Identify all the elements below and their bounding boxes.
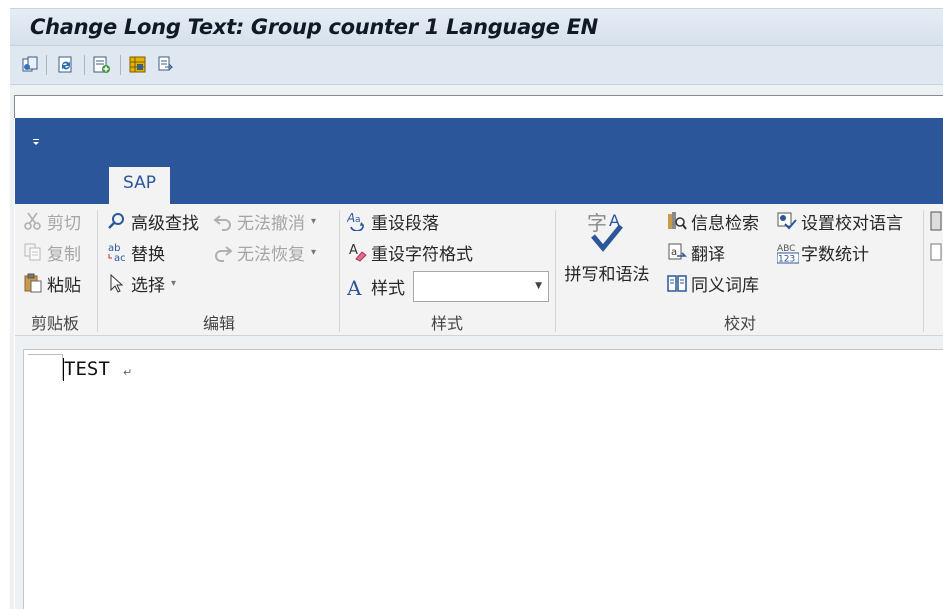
translate-button[interactable]: a 翻译 (667, 239, 725, 265)
undo-dropdown-icon: ▾ (311, 215, 317, 227)
redo-icon (213, 242, 233, 262)
frame-left (10, 95, 14, 609)
group-label-editing: 编辑 (202, 314, 235, 333)
spell-check-icon: 字A (585, 208, 629, 254)
replace-button[interactable]: ab ac 替换 (107, 239, 165, 265)
reset-paragraph-button[interactable]: Aa 重设段落 (346, 208, 439, 234)
research-button[interactable]: 信息检索 (667, 208, 759, 234)
word-count-label: 字数统计 (801, 244, 869, 265)
redo-label: 无法恢复 (237, 244, 305, 265)
svg-text:字: 字 (587, 211, 607, 235)
svg-text:A: A (347, 211, 355, 225)
paste-icon[interactable] (156, 55, 176, 75)
select-label: 选择 (131, 275, 165, 296)
cursor-arrow-icon (107, 273, 127, 293)
search-icon (107, 211, 127, 231)
svg-text:A: A (349, 243, 358, 258)
book-icon (667, 273, 687, 293)
scissors-icon (23, 211, 43, 231)
tab-sap[interactable]: SAP (109, 167, 170, 204)
svg-text:123: 123 (778, 255, 795, 265)
copy-document-icon[interactable] (20, 55, 40, 75)
frame-strip (10, 85, 943, 95)
app-toolbar (10, 45, 943, 85)
quick-access-dropdown-icon[interactable] (31, 138, 41, 149)
undo-icon (213, 211, 233, 231)
svg-text:ac: ac (114, 253, 126, 262)
clipboard-icon (23, 273, 43, 293)
language-icon (777, 211, 797, 231)
style-control: A 样式 ▼ (346, 270, 549, 302)
translate-icon: a (667, 242, 687, 262)
research-icon (667, 211, 687, 231)
reset-char-format-label: 重设字符格式 (371, 244, 473, 265)
paste-label: 粘贴 (47, 275, 81, 296)
advanced-find-label: 高级查找 (131, 213, 199, 234)
undo-button[interactable]: 无法撤消 ▾ (213, 208, 316, 234)
document-page[interactable] (23, 349, 943, 609)
cut-button[interactable]: 剪切 (23, 208, 81, 234)
text-cursor (63, 358, 64, 381)
style-select[interactable]: ▼ (413, 270, 549, 302)
paragraph-mark-icon: ↵ (123, 367, 133, 379)
svg-text:A: A (347, 276, 362, 296)
chevron-down-icon: ▼ (535, 280, 542, 291)
copy-button[interactable]: 复制 (23, 239, 81, 265)
style-icon: A (346, 276, 367, 300)
undo-label: 无法撤消 (237, 213, 305, 234)
document-text[interactable]: TEST (64, 358, 110, 380)
eraser-icon: A (347, 242, 367, 262)
set-language-button[interactable]: 设置校对语言 (777, 208, 903, 234)
redo-button[interactable]: 无法恢复 ▾ (213, 239, 316, 265)
word-count-icon: ABC 123 (776, 242, 800, 265)
reset-char-format-button[interactable]: A 重设字符格式 (347, 239, 473, 265)
group-separator (97, 210, 98, 332)
ribbon-body: 剪切 复制 粘贴 剪贴板 高级查找 ab ac 替换 选择 ▾ 无法撤消 ▾ 无… (15, 204, 943, 336)
select-dropdown-icon: ▾ (171, 277, 177, 289)
redo-dropdown-icon: ▾ (311, 246, 317, 258)
spelling-grammar-button[interactable]: 字A 拼写和语法 (561, 208, 653, 288)
reset-paragraph-icon: Aa (346, 211, 367, 232)
reset-paragraph-label: 重设段落 (371, 213, 439, 234)
svg-text:a: a (355, 215, 361, 225)
word-control-top (14, 95, 943, 118)
select-button[interactable]: 选择 ▾ (107, 270, 176, 296)
overflow-group-icon[interactable] (929, 210, 943, 268)
group-separator (923, 210, 924, 332)
copy-icon (23, 242, 43, 262)
thesaurus-label: 同义词库 (691, 275, 759, 296)
insert-line-icon[interactable] (92, 55, 112, 75)
refresh-icon[interactable] (56, 55, 76, 75)
cut-label: 剪切 (47, 213, 81, 234)
svg-text:a: a (671, 247, 677, 258)
replace-label: 替换 (131, 244, 165, 265)
style-label: 样式 (371, 278, 405, 299)
group-separator (339, 210, 340, 332)
ribbon-header: SAP (15, 118, 943, 204)
translate-label: 翻译 (691, 244, 725, 265)
research-label: 信息检索 (691, 213, 759, 234)
copy-label: 复制 (47, 244, 81, 265)
word-count-button[interactable]: ABC 123 字数统计 (776, 239, 869, 265)
grid-icon[interactable] (128, 55, 148, 75)
paste-button[interactable]: 粘贴 (23, 270, 81, 296)
group-separator (555, 210, 556, 332)
window-title: Change Long Text: Group counter 1 Langua… (30, 15, 598, 39)
advanced-find-button[interactable]: 高级查找 (107, 208, 199, 234)
group-label-proofing: 校对 (723, 314, 756, 333)
set-language-label: 设置校对语言 (801, 213, 903, 234)
thesaurus-button[interactable]: 同义词库 (667, 270, 759, 296)
group-label-styles: 样式 (430, 314, 463, 333)
margin-marker (28, 354, 62, 355)
replace-icon: ab ac (107, 242, 127, 264)
group-label-clipboard: 剪贴板 (30, 314, 79, 333)
title-bar: Change Long Text: Group counter 1 Langua… (10, 8, 943, 45)
spelling-grammar-label: 拼写和语法 (564, 265, 650, 285)
